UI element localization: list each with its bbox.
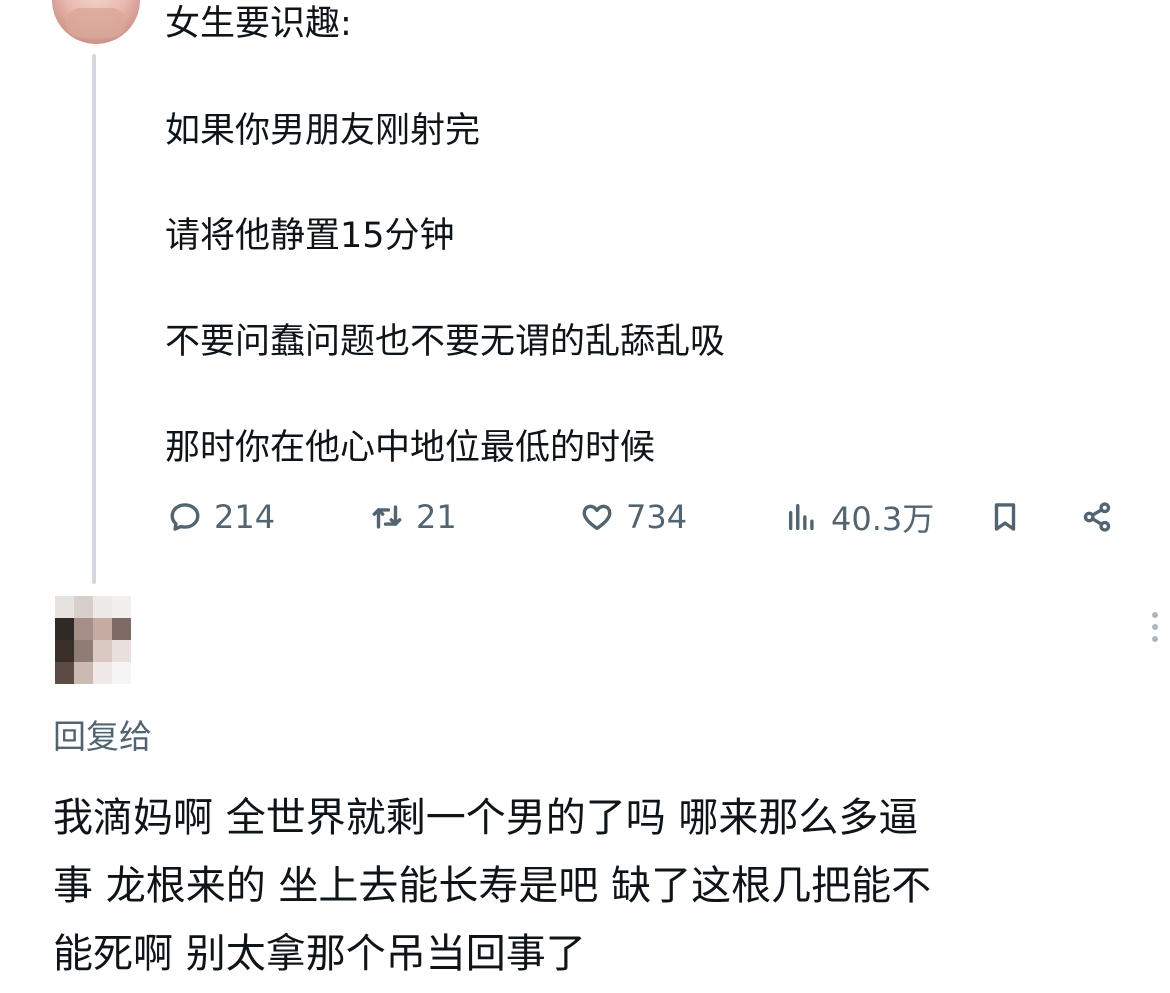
reply-line-2: 事 龙根来的 坐上去能长寿是吧 缺了这根几把能不 [53,863,932,909]
avatar-pixel [55,640,74,662]
post-line-2: 如果你男朋友刚射完 [165,111,481,151]
avatar-shading [66,8,126,38]
original-poster-avatar[interactable] [52,0,140,44]
avatar-pixel [74,640,93,662]
bookmark-button[interactable] [988,494,1022,540]
avatar-pixel [74,662,93,684]
post-line-1: 女生要识趣: [165,4,352,44]
reply-line-1: 我滴妈啊 全世界就剩一个男的了吗 哪来那么多逼 [53,795,919,841]
avatar-pixel [93,596,112,618]
comment-bubble-icon [170,503,200,531]
share-button[interactable] [1080,494,1114,540]
more-dot [1152,636,1158,642]
avatar-pixel [74,618,93,640]
reply-button[interactable]: 214 [168,494,275,540]
post-line-5: 那时你在他心中地位最低的时候 [165,428,656,468]
repost-icon [372,505,402,529]
like-button[interactable]: 734 [580,494,687,540]
avatar-pixel [112,618,131,640]
avatar-pixel [93,640,112,662]
avatar-pixel [112,640,131,662]
replier-avatar[interactable] [55,596,131,684]
repost-button[interactable]: 21 [370,494,457,540]
reply-line-3: 能死啊 别太拿那个吊当回事了 [53,931,586,977]
avatar-pixel [55,596,74,618]
more-dot [1152,612,1158,618]
avatar-pixel [112,596,131,618]
avatar-pixel [74,596,93,618]
share-icon [1083,502,1111,532]
more-vertical-icon[interactable] [1150,612,1160,652]
more-dot [1152,624,1158,630]
view-count: 40.3万 [831,500,935,538]
tweet-thread: 女生要识趣: 如果你男朋友刚射完 请将他静置15分钟 不要问蠢问题也不要无谓的乱… [0,0,1170,993]
views-button[interactable]: 40.3万 [785,494,934,540]
heart-icon [582,504,612,531]
avatar-pixel [93,662,112,684]
views-bar-chart-icon [788,503,814,531]
reply-count: 214 [214,498,276,536]
post-action-bar: 214 21 734 40.3万 [0,494,1170,540]
avatar-pixel [55,662,74,684]
avatar-pixel [112,662,131,684]
reply-to-label: 回复给 [53,717,152,756]
post-line-4: 不要问蠢问题也不要无谓的乱舔乱吸 [165,322,726,362]
avatar-pixel [93,618,112,640]
like-count: 734 [626,498,688,536]
reply-body: 我滴妈啊 全世界就剩一个男的了吗 哪来那么多逼 事 龙根来的 坐上去能长寿是吧 … [53,784,1133,988]
avatar-pixel [55,618,74,640]
post-line-3: 请将他静置15分钟 [165,216,455,256]
repost-count: 21 [416,498,457,536]
bookmark-icon [994,503,1016,531]
